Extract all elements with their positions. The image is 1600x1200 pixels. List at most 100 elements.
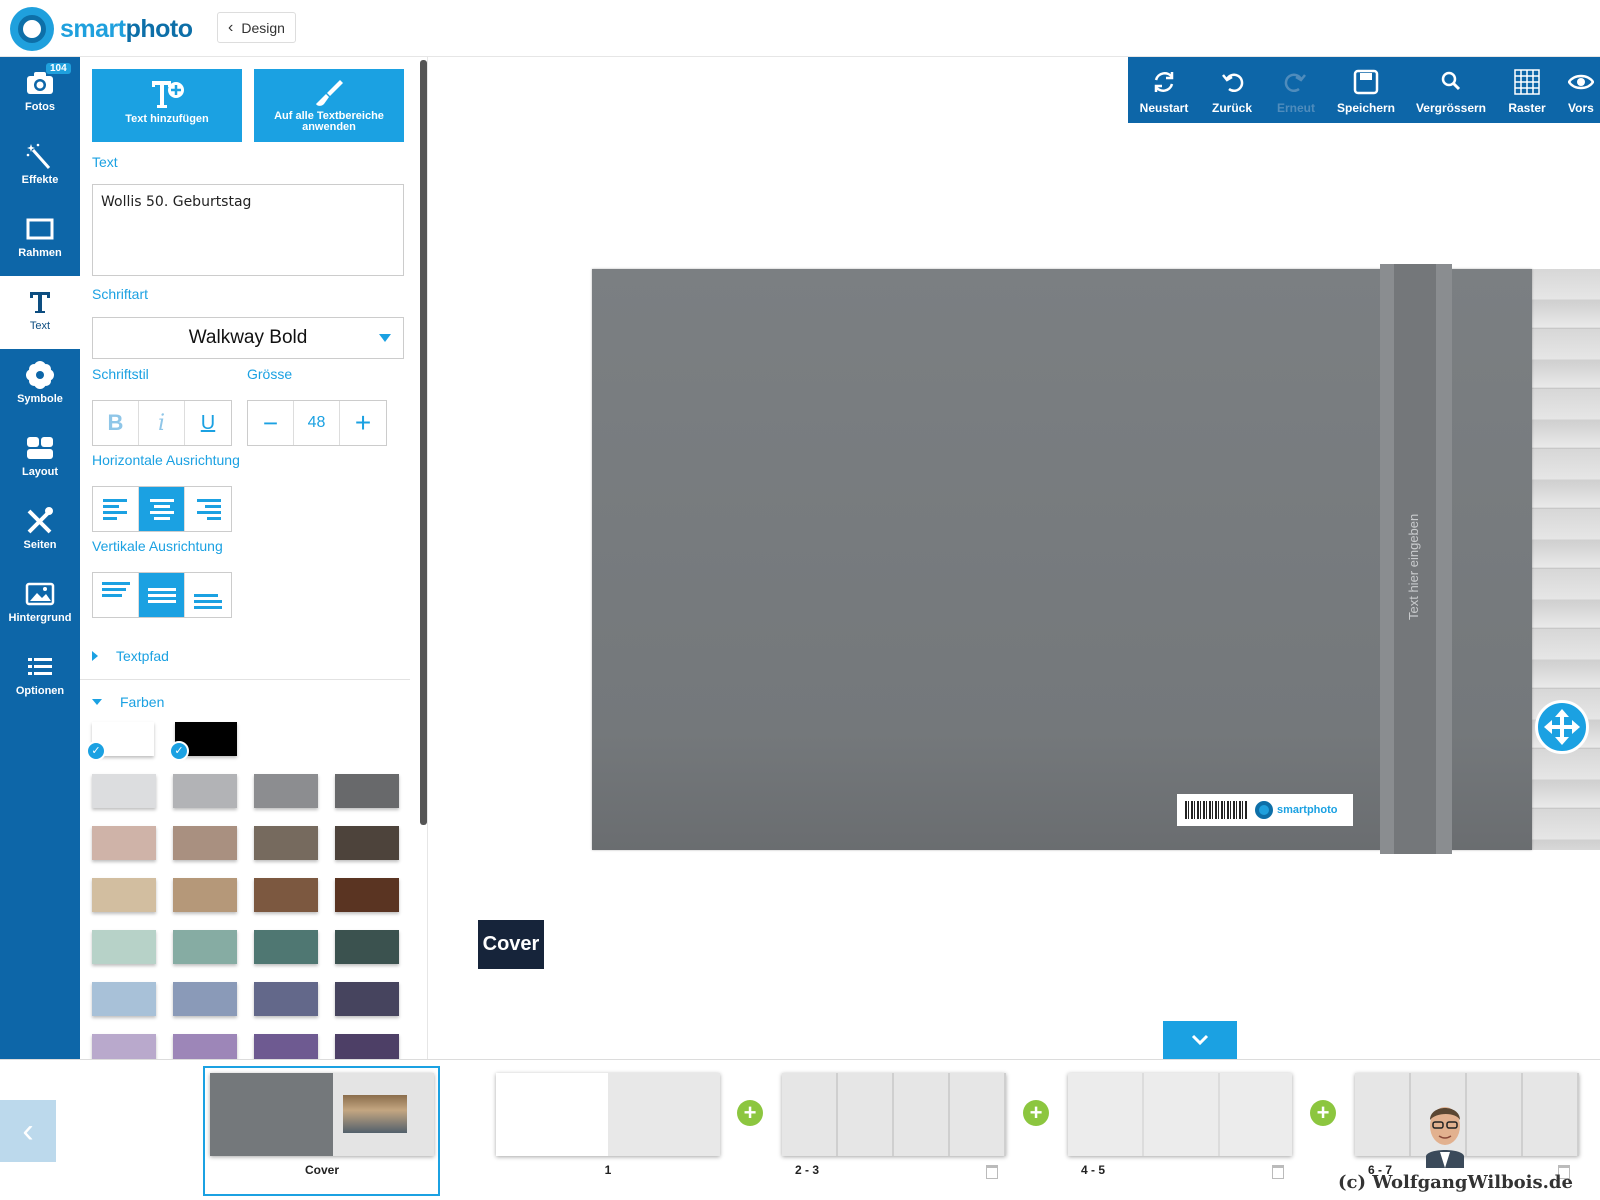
align-left-button[interactable] <box>93 487 139 531</box>
copyright-watermark: (c) WolfgangWilbois.de <box>1338 1172 1573 1193</box>
back-cover-wood-photo[interactable] <box>1532 269 1600 850</box>
apply-all-text-button[interactable]: Auf alle Textbereiche anwenden <box>254 69 404 142</box>
toolbar-label: Erneut <box>1276 101 1315 115</box>
color-swatch[interactable] <box>92 982 156 1016</box>
page-thumbnail-cover[interactable] <box>210 1073 434 1156</box>
align-left-icon <box>102 499 127 520</box>
chevron-left-icon: ‹ <box>22 1111 34 1150</box>
smartphoto-logo[interactable]: smartphoto <box>10 6 193 52</box>
sidebar-item-seiten[interactable]: Seiten <box>0 495 80 568</box>
align-middle-button[interactable] <box>139 573 185 617</box>
horizontal-align-group <box>92 486 232 532</box>
layout-icon <box>27 437 53 459</box>
text-input[interactable]: Wollis 50. Geburtstag <box>92 184 404 276</box>
move-handle[interactable] <box>1535 700 1589 754</box>
filmstrip-prev-button[interactable]: ‹ <box>0 1100 56 1162</box>
sidebar-item-label: Symbole <box>17 393 63 405</box>
color-swatch[interactable] <box>335 826 399 860</box>
spine-text-field[interactable]: Text hier eingeben <box>1380 500 1452 620</box>
color-swatch[interactable] <box>254 774 318 808</box>
page-thumbnail-2-3[interactable] <box>782 1073 1006 1156</box>
sidebar-item-label: Rahmen <box>18 247 62 259</box>
redo-button[interactable]: Erneut <box>1264 57 1328 123</box>
color-swatch[interactable] <box>92 878 156 912</box>
sidebar-item-hintergrund[interactable]: Hintergrund <box>0 568 80 641</box>
sidebar-item-label: Optionen <box>15 685 65 697</box>
add-page-button[interactable]: + <box>1023 1100 1049 1126</box>
color-swatch[interactable] <box>92 1034 156 1059</box>
back-to-design-button[interactable]: ‹ Design <box>217 12 296 43</box>
sidebar-item-rahmen[interactable]: Rahmen <box>0 203 80 276</box>
color-swatch[interactable] <box>173 1034 237 1059</box>
color-swatch[interactable] <box>335 774 399 808</box>
trash-icon[interactable] <box>1272 1165 1284 1179</box>
sidebar-item-label: Layout <box>21 466 59 478</box>
undo-button[interactable]: Zurück <box>1200 57 1264 123</box>
list-icon <box>28 658 52 675</box>
add-page-button[interactable]: + <box>1310 1100 1336 1126</box>
logo-icon <box>10 7 54 51</box>
sidebar-item-layout[interactable]: Layout <box>0 422 80 495</box>
colors-toggle[interactable]: Farben <box>92 694 164 710</box>
sidebar-item-fotos[interactable]: 104 Fotos <box>0 57 80 130</box>
logo-wordmark: smartphoto <box>60 14 193 43</box>
restart-button[interactable]: Neustart <box>1128 57 1200 123</box>
color-swatch[interactable] <box>254 826 318 860</box>
font-select[interactable]: Walkway Bold <box>92 317 404 359</box>
color-swatch[interactable] <box>254 878 318 912</box>
chevron-down-icon <box>1191 1034 1209 1046</box>
align-center-button[interactable] <box>139 487 185 531</box>
color-swatch[interactable] <box>254 1034 318 1059</box>
color-swatch[interactable] <box>173 826 237 860</box>
color-swatch[interactable] <box>254 930 318 964</box>
preview-button[interactable]: Vors <box>1556 57 1600 123</box>
sidebar-item-optionen[interactable]: Optionen <box>0 641 80 714</box>
size-increase-button[interactable]: + <box>340 401 386 445</box>
sidebar-item-label: Text <box>29 320 51 332</box>
grid-button[interactable]: Raster <box>1498 57 1556 123</box>
sidebar-item-label: Effekte <box>21 174 59 186</box>
color-swatch[interactable] <box>92 826 156 860</box>
align-right-icon <box>197 499 221 520</box>
color-swatch[interactable] <box>173 774 237 808</box>
color-swatch[interactable] <box>173 878 237 912</box>
spine-placeholder: Text hier eingeben <box>1406 513 1421 620</box>
zoom-button[interactable]: Vergrössern <box>1404 57 1498 123</box>
sidebar-item-symbole[interactable]: Symbole <box>0 349 80 422</box>
italic-button[interactable]: i <box>139 401 185 445</box>
sidebar-item-label: Seiten <box>23 539 57 551</box>
color-swatch[interactable] <box>173 930 237 964</box>
panel-scrollbar-outer[interactable] <box>420 60 427 825</box>
add-text-button[interactable]: Text hinzufügen <box>92 69 242 142</box>
sidebar-item-effekte[interactable]: Effekte <box>0 130 80 203</box>
color-swatch[interactable] <box>173 982 237 1016</box>
color-swatch[interactable] <box>335 878 399 912</box>
font-size-value[interactable]: 48 <box>294 401 340 445</box>
photo-count-badge: 104 <box>46 63 71 74</box>
add-page-button[interactable]: + <box>737 1100 763 1126</box>
logo-icon <box>1255 801 1273 819</box>
align-top-button[interactable] <box>93 573 139 617</box>
color-swatch[interactable] <box>254 982 318 1016</box>
underline-button[interactable]: U <box>185 401 231 445</box>
textpath-toggle[interactable]: Textpfad <box>92 648 169 664</box>
align-bottom-button[interactable] <box>185 573 231 617</box>
color-swatch[interactable] <box>335 930 399 964</box>
color-swatch[interactable] <box>92 930 156 964</box>
size-decrease-button[interactable]: − <box>248 401 294 445</box>
color-swatch[interactable] <box>92 774 156 808</box>
align-right-button[interactable] <box>185 487 231 531</box>
bold-button[interactable]: B <box>93 401 139 445</box>
toggle-filmstrip-button[interactable] <box>1163 1021 1237 1059</box>
color-swatch[interactable] <box>335 982 399 1016</box>
sidebar-item-text[interactable]: Text <box>0 276 80 349</box>
color-swatch[interactable] <box>335 1034 399 1059</box>
save-button[interactable]: Speichern <box>1328 57 1404 123</box>
colors-label: Farben <box>120 694 165 710</box>
font-section-label: Schriftart <box>92 286 149 302</box>
refresh-icon <box>1154 72 1174 92</box>
page-thumbnail-1[interactable] <box>496 1073 720 1156</box>
chevron-left-icon: ‹ <box>228 18 234 36</box>
trash-icon[interactable] <box>986 1165 998 1179</box>
page-thumbnail-4-5[interactable] <box>1068 1073 1292 1156</box>
